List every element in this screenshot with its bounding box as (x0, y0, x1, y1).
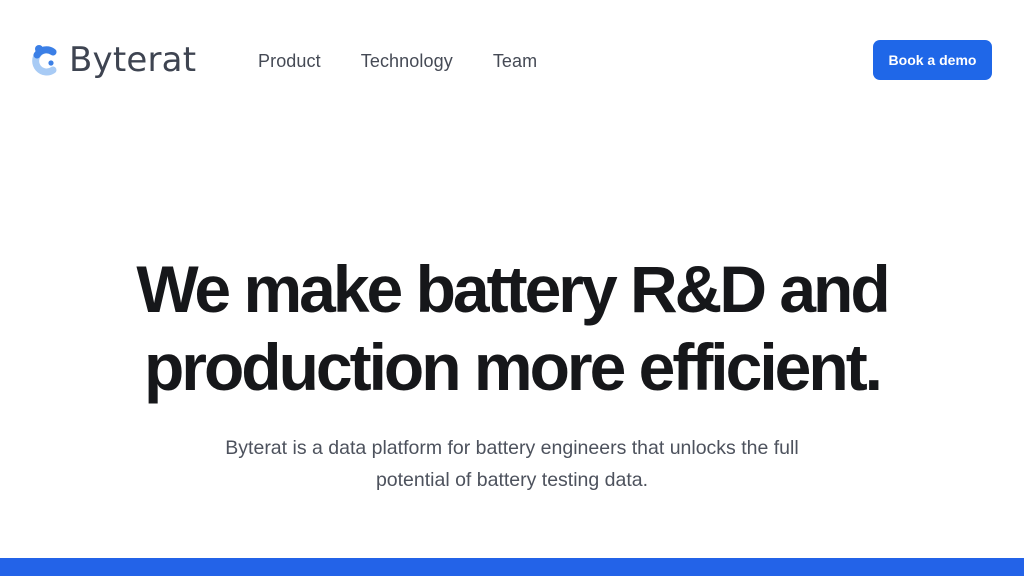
hero-subtitle: Byterat is a data platform for battery e… (225, 437, 799, 491)
nav-item-team[interactable]: Team (493, 47, 537, 75)
hero-title-line-2: production more efficient. (143, 330, 883, 404)
hero-title: We make battery R&D and production more … (0, 250, 1024, 406)
brand-logo-link[interactable]: Byterat (31, 40, 196, 80)
nav-item-product[interactable]: Product (258, 47, 321, 75)
top-navigation-bar: Byterat Product Technology Team Book a d… (0, 0, 1024, 120)
hero-section: We make battery R&D and production more … (0, 250, 1024, 496)
book-demo-button[interactable]: Book a demo (873, 40, 992, 80)
primary-nav: Product Technology Team (258, 47, 577, 75)
nav-item-technology[interactable]: Technology (361, 47, 453, 75)
landing-page: Byterat Product Technology Team Book a d… (0, 0, 1024, 576)
bottom-accent-band (0, 558, 1024, 576)
brand-name: Byterat (69, 40, 197, 80)
hero-title-line-1: We make battery R&D and (136, 252, 890, 326)
byterat-logo-icon (32, 45, 57, 76)
